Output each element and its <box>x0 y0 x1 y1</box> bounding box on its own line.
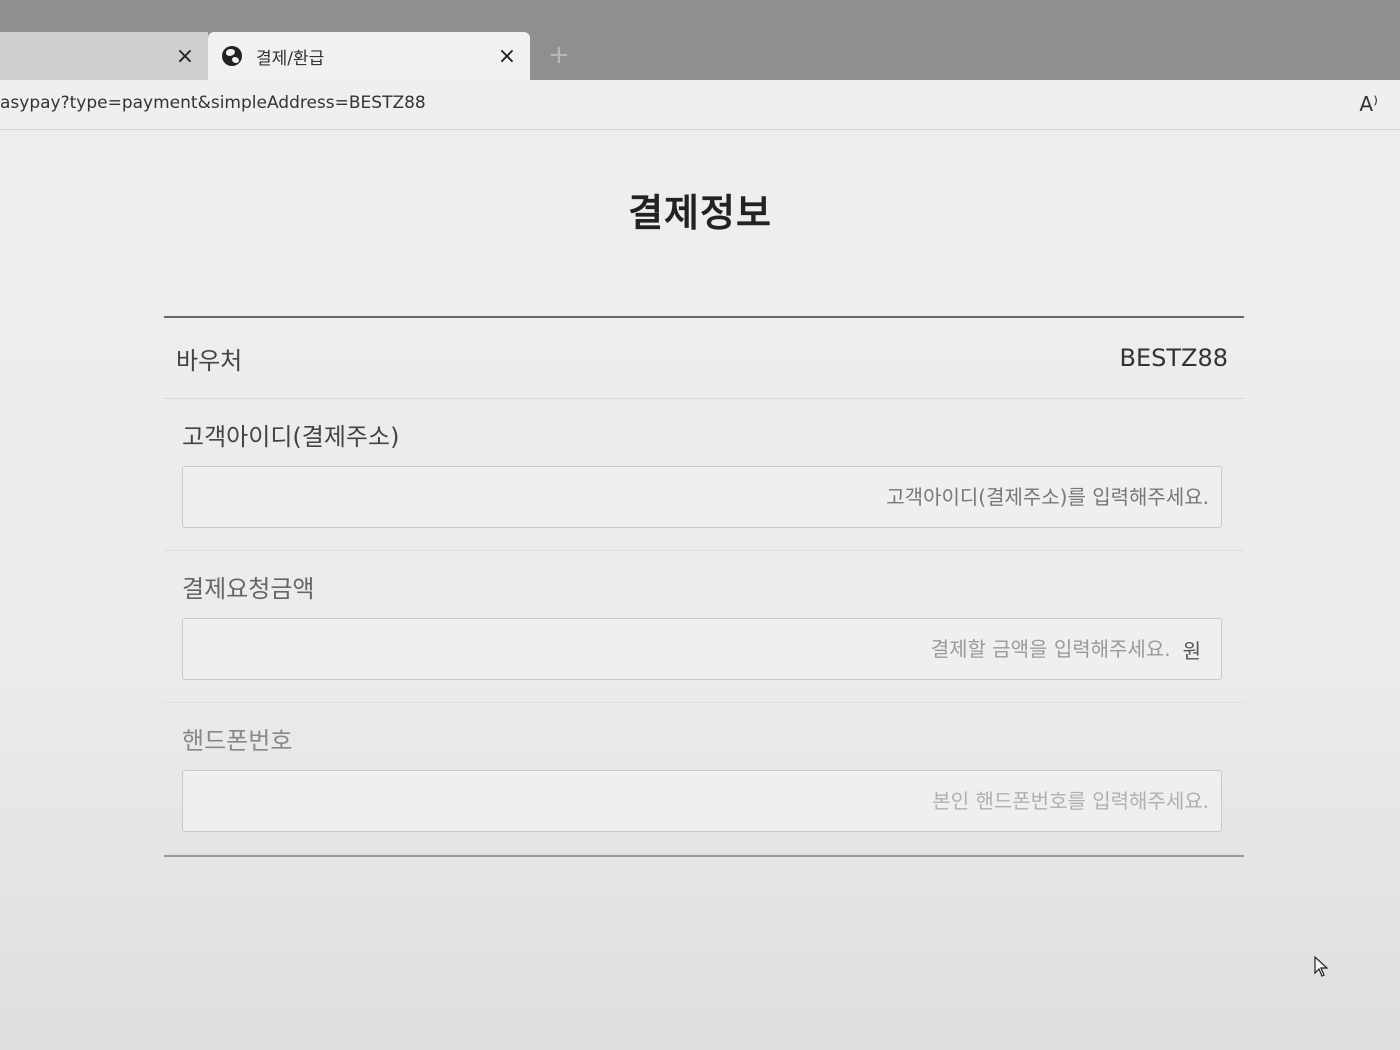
customer-id-row: 고객아이디(결제주소) <box>164 399 1244 551</box>
tab-title: 결제/환급 <box>256 48 325 69</box>
mouse-cursor-icon <box>1314 956 1329 977</box>
address-bar[interactable]: asypay?type=payment&simpleAddress=BESTZ8… <box>0 80 1400 130</box>
new-tab-button[interactable]: + <box>548 40 570 70</box>
globe-icon <box>222 46 242 66</box>
browser-tab-inactive[interactable]: × <box>0 32 208 80</box>
phone-input[interactable] <box>193 770 1211 832</box>
phone-box <box>182 770 1222 832</box>
voucher-row: 바우처 BESTZ88 <box>164 318 1244 399</box>
payment-form: 바우처 BESTZ88 고객아이디(결제주소) 결제요청금액 원 핸드폰번호 <box>164 316 1244 857</box>
customer-id-label: 고객아이디(결제주소) <box>182 423 400 451</box>
browser-tab-active[interactable]: 결제/환급 × <box>208 32 530 80</box>
amount-row: 결제요청금액 원 <box>164 551 1244 703</box>
url-text[interactable]: asypay?type=payment&simpleAddress=BESTZ8… <box>0 93 426 113</box>
tab-close-icon[interactable]: × <box>492 44 522 69</box>
customer-id-input[interactable] <box>193 466 1211 528</box>
phone-row: 핸드폰번호 <box>164 703 1244 855</box>
page-content: 결제정보 바우처 BESTZ88 고객아이디(결제주소) 결제요청금액 원 핸드… <box>0 130 1400 1050</box>
amount-box: 원 <box>182 618 1222 680</box>
phone-label: 핸드폰번호 <box>182 727 293 755</box>
voucher-value: BESTZ88 <box>1119 344 1228 372</box>
form-bottom-divider <box>164 855 1244 857</box>
page-title: 결제정보 <box>628 191 772 235</box>
tab-close-icon[interactable]: × <box>170 44 200 69</box>
read-aloud-icon[interactable]: A⁾ <box>1359 92 1378 116</box>
amount-label: 결제요청금액 <box>182 575 315 603</box>
amount-input[interactable] <box>193 618 1173 680</box>
browser-tab-bar: × 결제/환급 × + <box>0 0 1400 80</box>
customer-id-box <box>182 466 1222 528</box>
voucher-label: 바우처 <box>176 346 243 375</box>
currency-unit: 원 <box>1182 638 1201 663</box>
